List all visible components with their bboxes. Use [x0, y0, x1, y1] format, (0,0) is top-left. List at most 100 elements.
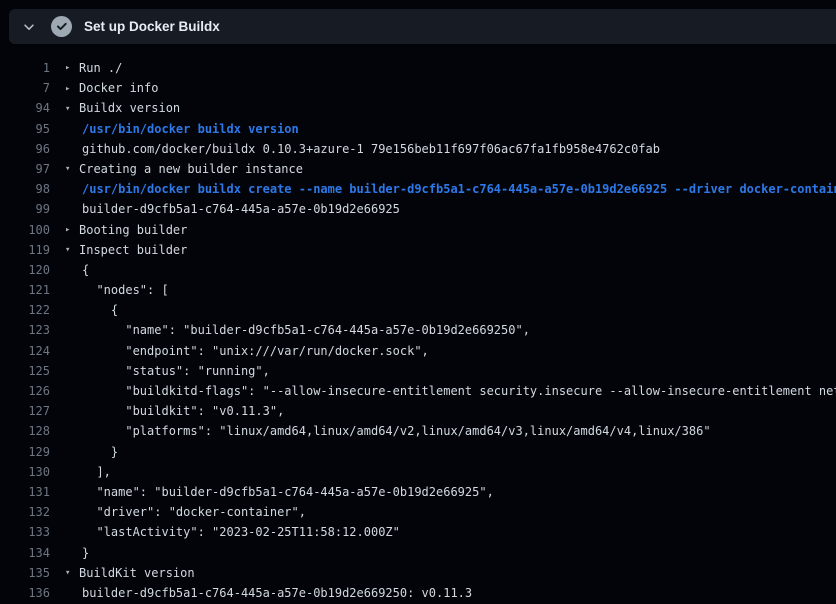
triangle-right-icon[interactable]: ▸: [65, 220, 79, 240]
line-number[interactable]: 126: [0, 381, 50, 401]
chevron-down-icon[interactable]: [17, 15, 41, 39]
line-number[interactable]: 121: [0, 280, 50, 300]
triangle-right-icon[interactable]: ▸: [65, 79, 79, 99]
line-number[interactable]: 100: [0, 220, 50, 240]
log-text: }: [50, 543, 89, 563]
command-text: /usr/bin/docker buildx version: [50, 119, 299, 139]
log-line: 129 }: [0, 442, 836, 462]
line-number[interactable]: 128: [0, 421, 50, 441]
log-line: 125 "status": "running",: [0, 361, 836, 381]
log-text: github.com/docker/buildx 0.10.3+azure-1 …: [50, 139, 660, 159]
log-line: 136builder-d9cfb5a1-c764-445a-a57e-0b19d…: [0, 583, 836, 603]
line-number[interactable]: 134: [0, 543, 50, 563]
line-number[interactable]: 135: [0, 563, 50, 583]
log-text: "endpoint": "unix:///var/run/docker.sock…: [50, 341, 429, 361]
group-title: Docker info: [79, 81, 158, 95]
group-header-content: ▾Buildx version: [50, 98, 180, 118]
log-text: ],: [50, 462, 111, 482]
command-text: /usr/bin/docker buildx create --name bui…: [50, 179, 836, 199]
log-lines: 1▸Run ./7▸Docker info94▾Buildx version95…: [0, 44, 836, 604]
log-text: "buildkit": "v0.11.3",: [50, 401, 284, 421]
log-text: "driver": "docker-container",: [50, 502, 306, 522]
line-number[interactable]: 95: [0, 119, 50, 139]
group-title: BuildKit version: [79, 566, 195, 580]
line-number[interactable]: 124: [0, 341, 50, 361]
line-number[interactable]: 133: [0, 522, 50, 542]
group-title: Buildx version: [79, 101, 180, 115]
line-number[interactable]: 99: [0, 199, 50, 219]
log-line: 134}: [0, 543, 836, 563]
log-text: {: [50, 260, 89, 280]
log-text: "buildkitd-flags": "--allow-insecure-ent…: [50, 381, 836, 401]
triangle-down-icon[interactable]: ▾: [65, 159, 79, 179]
group-title: Booting builder: [79, 223, 187, 237]
log-line: 131 "name": "builder-d9cfb5a1-c764-445a-…: [0, 482, 836, 502]
line-number[interactable]: 7: [0, 78, 50, 98]
log-group-header-row[interactable]: 100▸Booting builder: [0, 220, 836, 240]
line-number[interactable]: 130: [0, 462, 50, 482]
log-text: "name": "builder-d9cfb5a1-c764-445a-a57e…: [50, 320, 530, 340]
log-line: 123 "name": "builder-d9cfb5a1-c764-445a-…: [0, 320, 836, 340]
log-line: 128 "platforms": "linux/amd64,linux/amd6…: [0, 421, 836, 441]
log-text: {: [50, 300, 118, 320]
group-header-content: ▸Docker info: [50, 78, 158, 98]
group-title: Inspect builder: [79, 243, 187, 257]
line-number[interactable]: 119: [0, 240, 50, 260]
log-group-header-row[interactable]: 135▾BuildKit version: [0, 563, 836, 583]
actions-log-page: Set up Docker Buildx 1▸Run ./7▸Docker in…: [0, 0, 836, 604]
log-line: 132 "driver": "docker-container",: [0, 502, 836, 522]
group-title: Creating a new builder instance: [79, 162, 303, 176]
log-text: "platforms": "linux/amd64,linux/amd64/v2…: [50, 421, 711, 441]
log-text: builder-d9cfb5a1-c764-445a-a57e-0b19d2e6…: [50, 199, 400, 219]
triangle-down-icon[interactable]: ▾: [65, 99, 79, 119]
log-line: 127 "buildkit": "v0.11.3",: [0, 401, 836, 421]
line-number[interactable]: 96: [0, 139, 50, 159]
triangle-right-icon[interactable]: ▸: [65, 58, 79, 78]
log-group-header-row[interactable]: 1▸Run ./: [0, 58, 836, 78]
line-number[interactable]: 120: [0, 260, 50, 280]
line-number[interactable]: 1: [0, 58, 50, 78]
log-line: 133 "lastActivity": "2023-02-25T11:58:12…: [0, 522, 836, 542]
triangle-down-icon[interactable]: ▾: [65, 240, 79, 260]
line-number[interactable]: 122: [0, 300, 50, 320]
log-text: "lastActivity": "2023-02-25T11:58:12.000…: [50, 522, 400, 542]
log-text: "name": "builder-d9cfb5a1-c764-445a-a57e…: [50, 482, 494, 502]
line-number[interactable]: 129: [0, 442, 50, 462]
line-number[interactable]: 127: [0, 401, 50, 421]
triangle-down-icon[interactable]: ▾: [65, 563, 79, 583]
log-text: "nodes": [: [50, 280, 169, 300]
log-line: 95/usr/bin/docker buildx version: [0, 119, 836, 139]
group-header-content: ▸Booting builder: [50, 220, 187, 240]
line-number[interactable]: 131: [0, 482, 50, 502]
line-number[interactable]: 97: [0, 159, 50, 179]
line-number[interactable]: 125: [0, 361, 50, 381]
line-number[interactable]: 132: [0, 502, 50, 522]
log-group-header-row[interactable]: 94▾Buildx version: [0, 98, 836, 118]
log-text: "status": "running",: [50, 361, 270, 381]
log-line: 124 "endpoint": "unix:///var/run/docker.…: [0, 341, 836, 361]
log-line: 121 "nodes": [: [0, 280, 836, 300]
log-group-header-row[interactable]: 97▾Creating a new builder instance: [0, 159, 836, 179]
line-number[interactable]: 136: [0, 583, 50, 603]
log-text: builder-d9cfb5a1-c764-445a-a57e-0b19d2e6…: [50, 583, 472, 603]
log-line: 130 ],: [0, 462, 836, 482]
line-number[interactable]: 98: [0, 179, 50, 199]
group-header-content: ▸Run ./: [50, 58, 122, 78]
log-line: 96github.com/docker/buildx 0.10.3+azure-…: [0, 139, 836, 159]
log-line: 122 {: [0, 300, 836, 320]
log-line: 99builder-d9cfb5a1-c764-445a-a57e-0b19d2…: [0, 199, 836, 219]
step-title: Set up Docker Buildx: [84, 19, 220, 34]
group-header-content: ▾Creating a new builder instance: [50, 159, 303, 179]
log-line: 98/usr/bin/docker buildx create --name b…: [0, 179, 836, 199]
group-header-content: ▾BuildKit version: [50, 563, 195, 583]
log-line: 126 "buildkitd-flags": "--allow-insecure…: [0, 381, 836, 401]
line-number[interactable]: 123: [0, 320, 50, 340]
group-header-content: ▾Inspect builder: [50, 240, 187, 260]
log-group-header-row[interactable]: 7▸Docker info: [0, 78, 836, 98]
log-text: }: [50, 442, 118, 462]
log-group-header-row[interactable]: 119▾Inspect builder: [0, 240, 836, 260]
group-title: Run ./: [79, 61, 122, 75]
line-number[interactable]: 94: [0, 98, 50, 118]
log-line: 120{: [0, 260, 836, 280]
step-header[interactable]: Set up Docker Buildx: [9, 9, 836, 44]
